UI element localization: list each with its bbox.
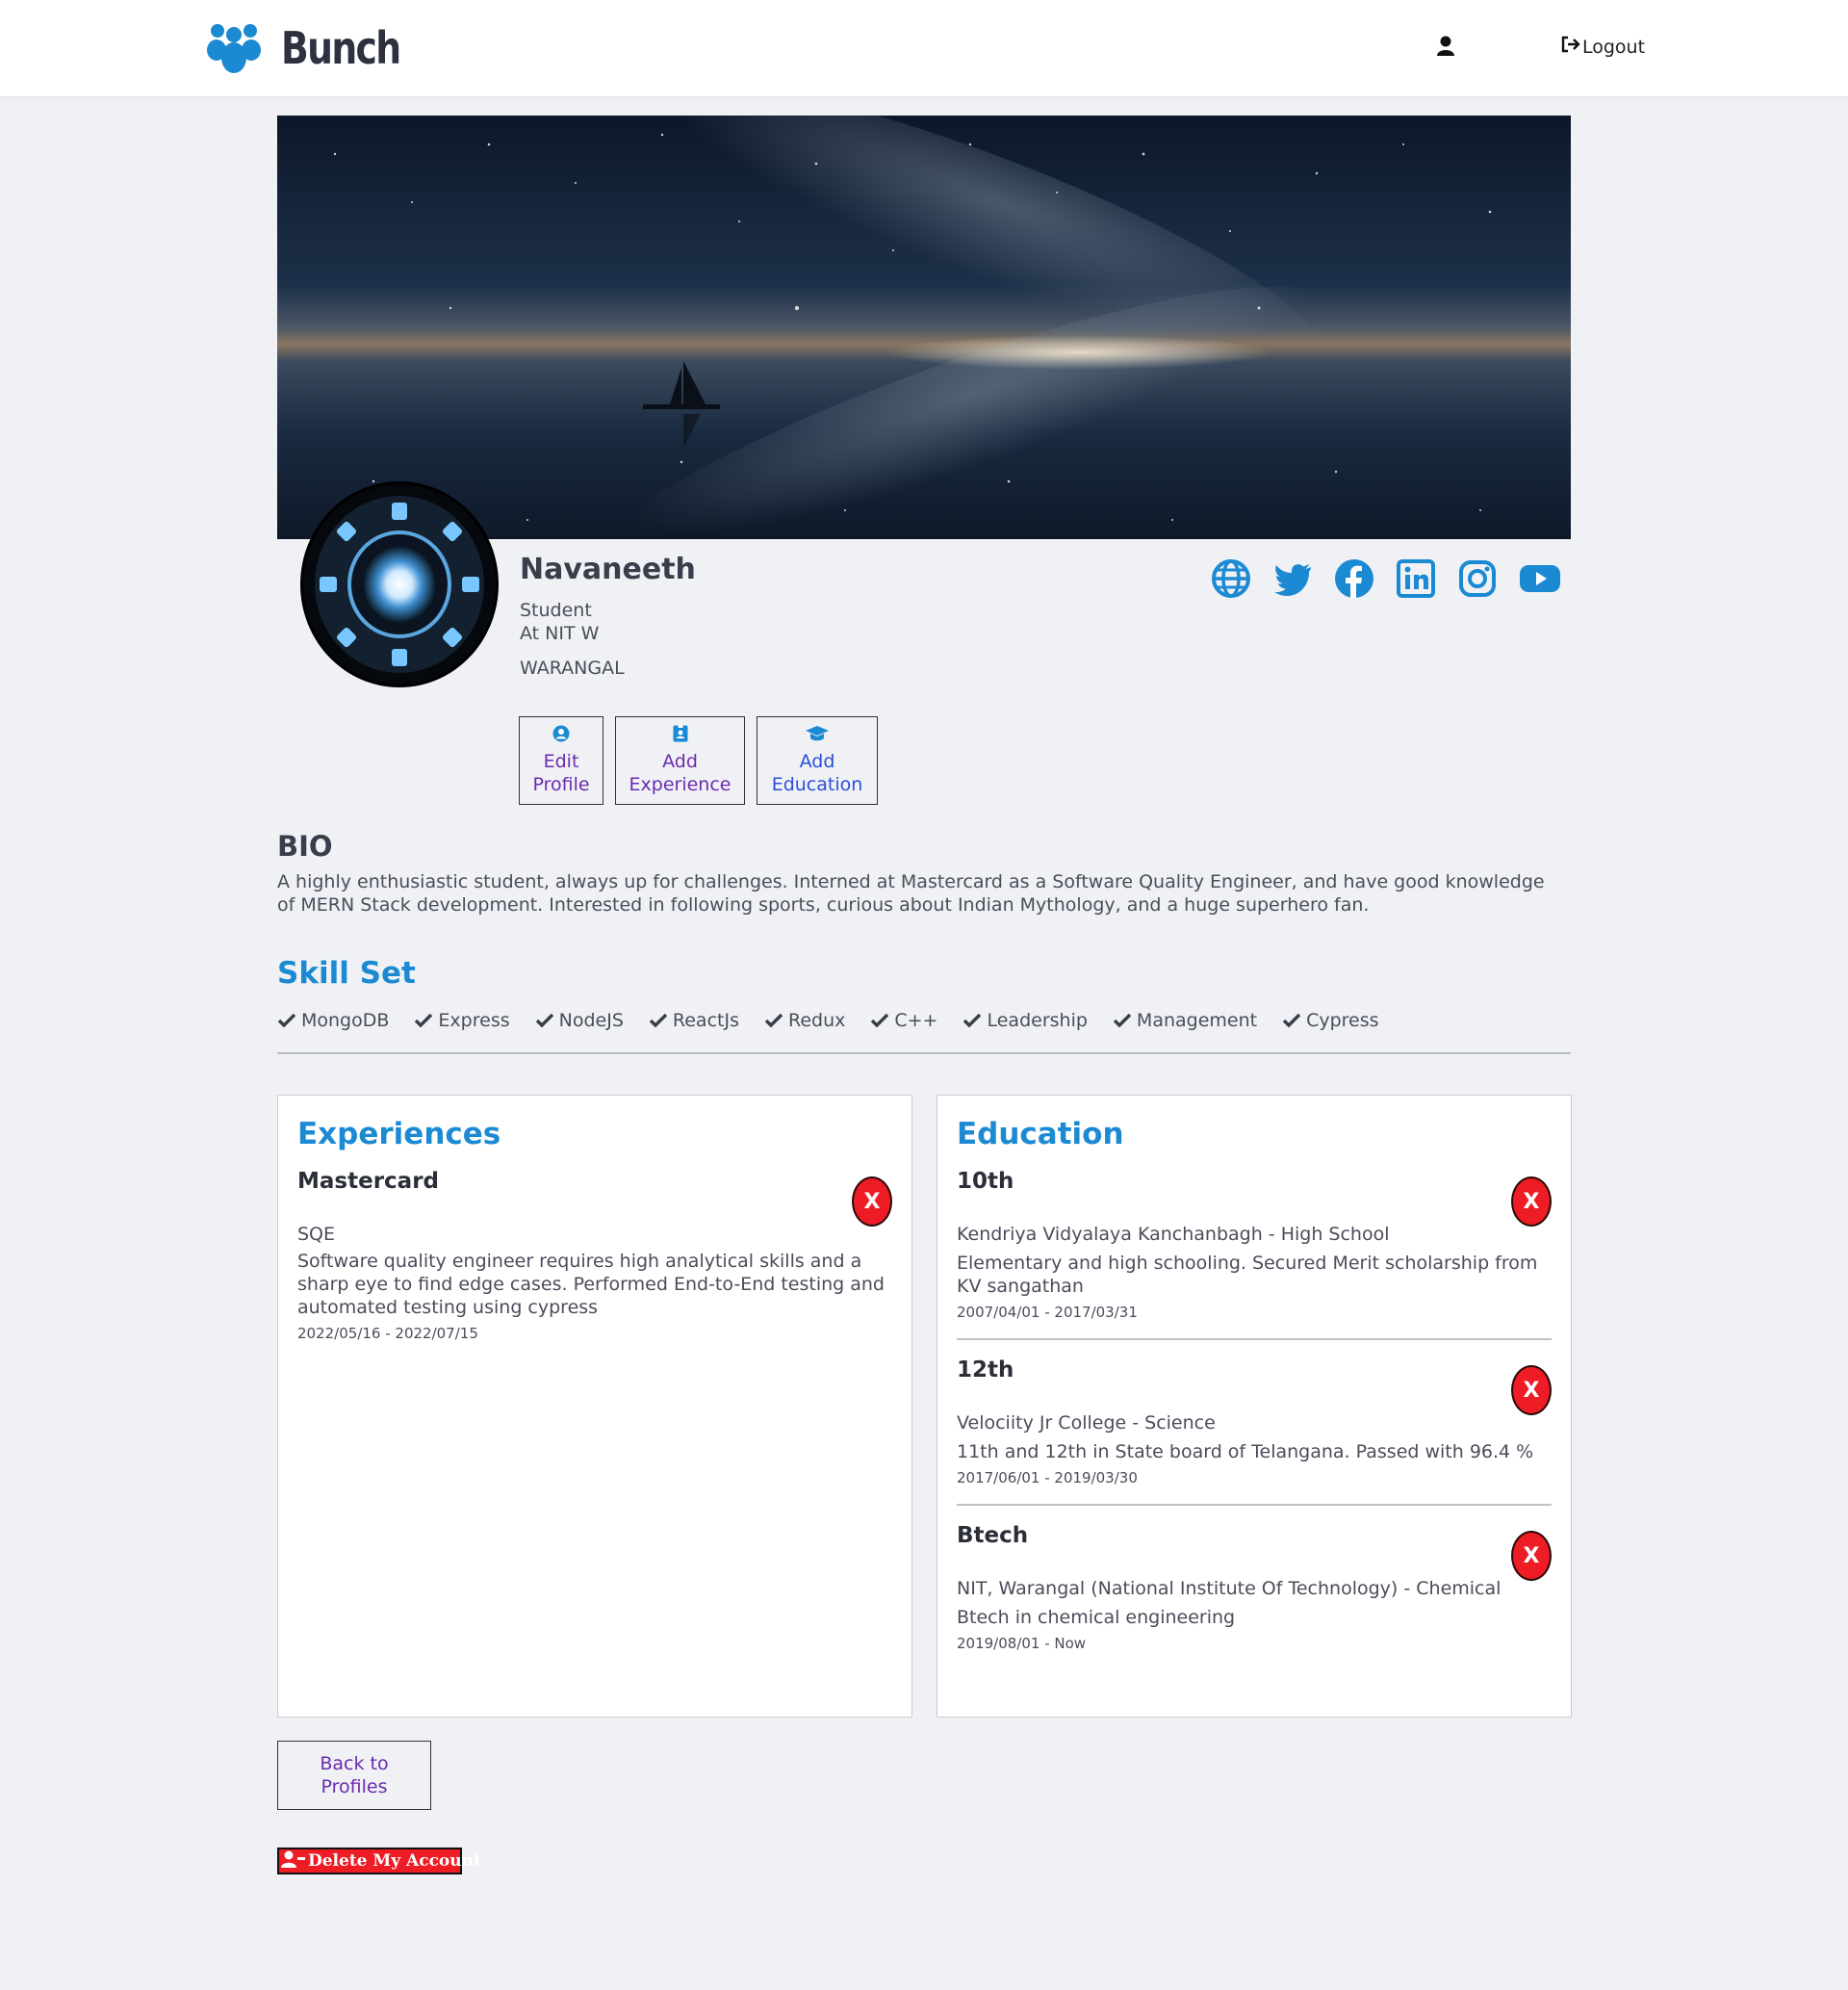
check-icon <box>535 1013 553 1028</box>
experiences-card: Experiences Mastercard X SQE Software qu… <box>277 1095 912 1718</box>
profile-actions: Edit Profile Add Experience Add Educatio… <box>519 716 878 805</box>
check-icon <box>277 1013 296 1028</box>
twitter-icon[interactable] <box>1272 558 1313 599</box>
education-degree: 10th <box>957 1169 1014 1194</box>
education-dates: 2007/04/01 - 2017/03/31 <box>957 1304 1138 1321</box>
check-icon <box>963 1013 982 1028</box>
back-label-2: Profiles <box>321 1776 388 1797</box>
skill-item: NodeJS <box>535 1010 624 1031</box>
delete-account-label: Delete My Account <box>308 1851 481 1871</box>
check-icon <box>871 1013 889 1028</box>
education-school: NIT, Warangal (National Institute Of Tec… <box>957 1578 1502 1599</box>
sign-out-icon <box>1561 36 1582 58</box>
experience-role: SQE <box>297 1224 336 1245</box>
logout-link[interactable]: Logout <box>1561 36 1645 58</box>
edit-profile-label-2: Profile <box>532 774 590 795</box>
check-icon <box>764 1013 783 1028</box>
brand-name: Bunch <box>281 22 401 74</box>
id-badge-icon <box>673 725 688 748</box>
education-entry: 10th X Kendriya Vidyalaya Kanchanbagh - … <box>957 1151 1552 1340</box>
check-icon <box>415 1013 433 1028</box>
education-dates: 2017/06/01 - 2019/03/30 <box>957 1469 1138 1486</box>
add-experience-label-2: Experience <box>629 774 732 795</box>
user-minus-icon <box>281 1849 308 1874</box>
experience-entry: Mastercard X SQE Software quality engine… <box>297 1151 892 1342</box>
globe-icon[interactable] <box>1211 558 1251 599</box>
profile-status: Student At NIT W <box>520 599 599 645</box>
skill-item: C++ <box>870 1010 937 1031</box>
skill-list: MongoDB Express NodeJS ReactJs Redux C++… <box>277 1010 1379 1031</box>
education-description: 11th and 12th in State board of Telangan… <box>957 1441 1534 1462</box>
add-education-label-1: Add <box>799 751 835 772</box>
profile-company: At NIT W <box>520 623 600 644</box>
check-icon <box>649 1013 668 1028</box>
profile-role: Student <box>520 600 592 621</box>
experience-company: Mastercard <box>297 1169 439 1194</box>
education-dates: 2019/08/01 - Now <box>957 1635 1087 1652</box>
edit-profile-button[interactable]: Edit Profile <box>519 716 603 805</box>
skill-item: Redux <box>764 1010 845 1031</box>
graduation-cap-icon <box>806 725 829 748</box>
education-school: Kendriya Vidyalaya Kanchanbagh - High Sc… <box>957 1224 1390 1245</box>
education-degree: Btech <box>957 1523 1029 1548</box>
instagram-icon[interactable] <box>1457 558 1498 599</box>
delete-experience-button[interactable]: X <box>852 1176 892 1227</box>
add-experience-button[interactable]: Add Experience <box>615 716 745 805</box>
cover-image <box>277 116 1571 539</box>
profile-location: WARANGAL <box>520 658 625 679</box>
education-title: Education <box>957 1117 1124 1151</box>
back-label-1: Back to <box>320 1753 389 1774</box>
logout-label: Logout <box>1582 36 1646 58</box>
linkedin-icon[interactable] <box>1396 558 1436 599</box>
education-description: Btech in chemical engineering <box>957 1607 1236 1628</box>
experiences-title: Experiences <box>297 1117 501 1151</box>
delete-education-button[interactable]: X <box>1511 1531 1552 1581</box>
profile-name: Navaneeth <box>520 553 696 586</box>
user-circle-icon <box>552 725 570 748</box>
skill-item: ReactJs <box>649 1010 739 1031</box>
edit-profile-label-1: Edit <box>543 751 579 772</box>
check-icon <box>1282 1013 1301 1028</box>
experience-dates: 2022/05/16 - 2022/07/15 <box>297 1325 478 1342</box>
education-school: Velociity Jr College - Science <box>957 1412 1216 1434</box>
education-entry: Btech X NIT, Warangal (National Institut… <box>957 1506 1552 1652</box>
bio-text: A highly enthusiastic student, always up… <box>277 871 1545 916</box>
education-entry: 12th X Velociity Jr College - Science 11… <box>957 1340 1552 1506</box>
delete-education-button[interactable]: X <box>1511 1176 1552 1227</box>
delete-account-button[interactable]: Delete My Account <box>277 1848 481 1874</box>
education-description: Elementary and high schooling. Secured M… <box>957 1253 1538 1297</box>
brand[interactable]: Bunch <box>206 19 426 77</box>
skill-item: MongoDB <box>277 1010 389 1031</box>
skill-set-title: Skill Set <box>277 956 416 991</box>
add-experience-label-1: Add <box>662 751 698 772</box>
navbar: Bunch Logout <box>0 0 1848 96</box>
experience-description: Software quality engineer requires high … <box>297 1251 885 1318</box>
facebook-icon[interactable] <box>1334 558 1374 599</box>
check-icon <box>1113 1013 1132 1028</box>
add-education-label-2: Education <box>771 774 863 795</box>
people-group-icon <box>206 21 262 75</box>
youtube-icon[interactable] <box>1519 558 1560 599</box>
add-education-button[interactable]: Add Education <box>757 716 878 805</box>
avatar <box>300 481 499 687</box>
user-icon[interactable] <box>1437 36 1456 59</box>
back-to-profiles-button[interactable]: Back to Profiles <box>277 1741 431 1810</box>
bio-title: BIO <box>277 830 333 863</box>
skill-item: Cypress <box>1282 1010 1379 1031</box>
divider <box>277 1052 1571 1054</box>
education-card: Education 10th X Kendriya Vidyalaya Kanc… <box>937 1095 1572 1718</box>
skill-item: Leadership <box>962 1010 1088 1031</box>
delete-education-button[interactable]: X <box>1511 1365 1552 1415</box>
skill-item: Management <box>1113 1010 1257 1031</box>
education-degree: 12th <box>957 1357 1014 1383</box>
skill-item: Express <box>414 1010 510 1031</box>
social-links <box>1211 558 1560 599</box>
